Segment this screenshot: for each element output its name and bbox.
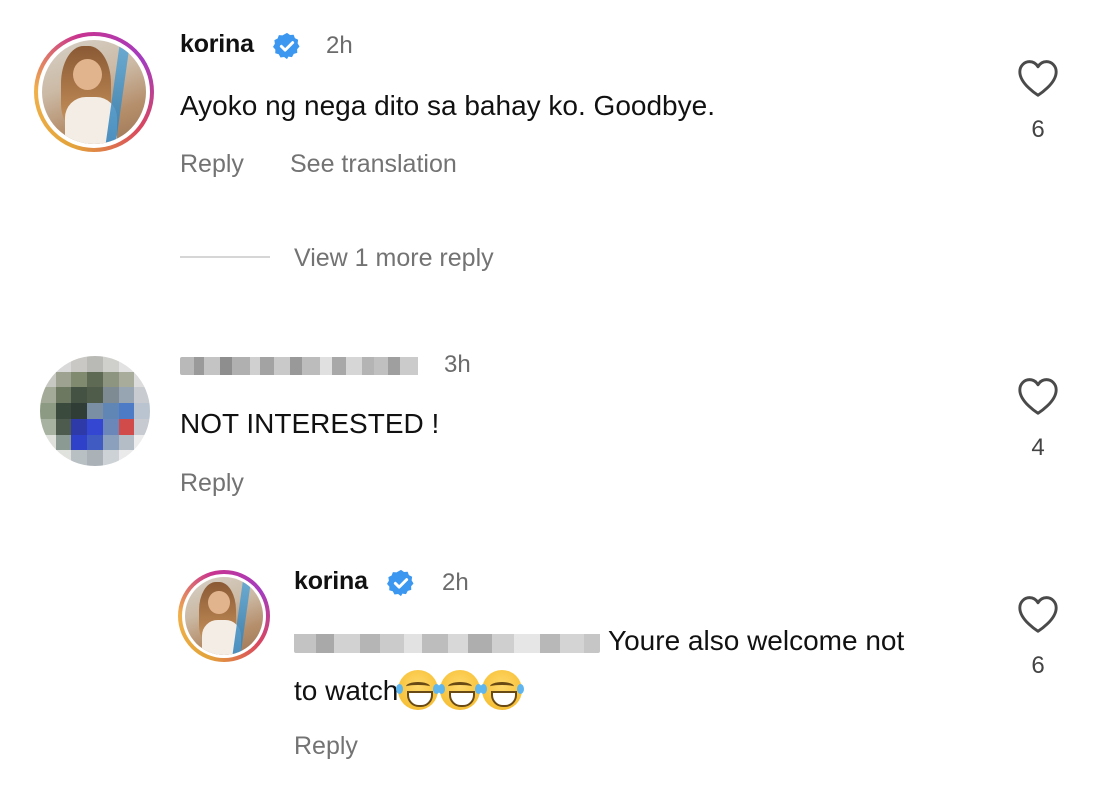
- like-count: 6: [1031, 652, 1045, 679]
- view-more-replies-button[interactable]: View 1 more reply: [294, 244, 494, 273]
- comment-timestamp: 2h: [442, 569, 469, 596]
- like-count: 4: [1031, 434, 1045, 461]
- see-translation-button[interactable]: See translation: [290, 150, 457, 179]
- tears-of-joy-emoji-icon: [480, 670, 525, 710]
- avatar[interactable]: [40, 356, 150, 466]
- verified-badge-icon: [387, 569, 414, 597]
- comment-timestamp: 3h: [444, 351, 471, 378]
- comment-text: NOT INTERESTED !: [180, 408, 440, 439]
- comment-username[interactable]: korina: [180, 30, 254, 59]
- comment-text-line2-row: to watch: [294, 670, 525, 710]
- tears-of-joy-emoji-icon: [438, 670, 483, 710]
- heart-outline-icon[interactable]: [1016, 594, 1060, 634]
- mention-username[interactable]: [294, 631, 600, 653]
- comment-text-line1: Youre also welcome not: [608, 625, 905, 656]
- verified-badge-icon: [273, 32, 300, 60]
- like-count: 6: [1031, 116, 1045, 143]
- reply-button[interactable]: Reply: [180, 150, 244, 179]
- tears-of-joy-emoji-icon: [396, 670, 441, 710]
- avatar[interactable]: [178, 570, 270, 662]
- comment-username[interactable]: korina: [294, 567, 368, 596]
- comment-username[interactable]: [180, 357, 428, 375]
- replies-divider: [180, 256, 270, 258]
- avatar[interactable]: [34, 32, 154, 152]
- heart-outline-icon[interactable]: [1016, 376, 1060, 416]
- heart-outline-icon[interactable]: [1016, 58, 1060, 98]
- comment-text: Youre also welcome not: [294, 625, 904, 657]
- comment-timestamp: 2h: [326, 32, 353, 59]
- reply-button[interactable]: Reply: [294, 732, 358, 761]
- reply-button[interactable]: Reply: [180, 469, 244, 498]
- comment-text-line2: to watch: [294, 675, 399, 706]
- comment-text: Ayoko ng nega dito sa bahay ko. Goodbye.: [180, 90, 715, 121]
